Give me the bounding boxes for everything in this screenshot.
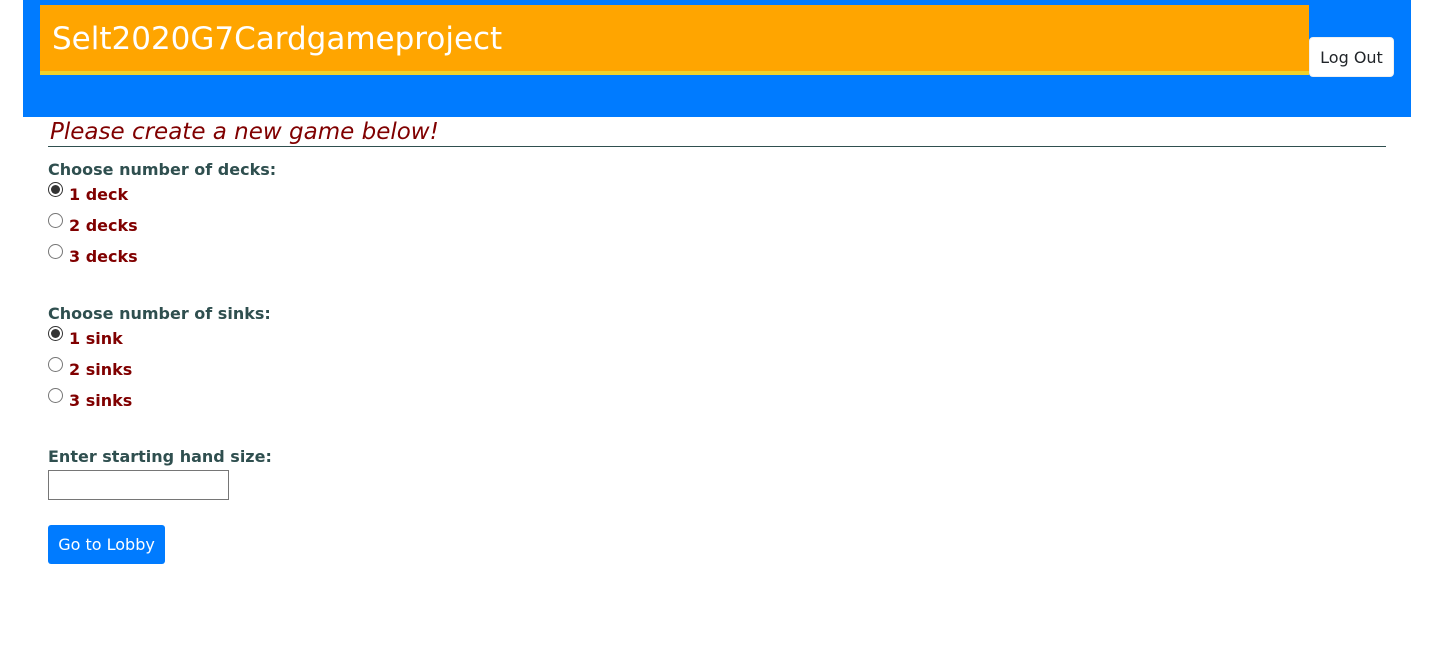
hand-size-label: Enter starting hand size: [48,447,272,466]
sinks-label: Choose number of sinks: [48,304,271,323]
logout-button[interactable]: Log Out [1309,37,1394,77]
sink-radio-3[interactable] [48,388,63,403]
sink-radio-1[interactable] [48,326,63,341]
sink-option-label: 3 sinks [69,391,133,410]
app-title: Selt2020G7Cardgameproject [52,21,503,57]
decks-group: Choose number of decks: 1 deck 2 decks 3… [48,160,276,273]
sink-radio-2[interactable] [48,357,63,372]
sink-option-label: 2 sinks [69,360,133,379]
deck-radio-2[interactable] [48,213,63,228]
deck-option-1[interactable]: 1 deck [48,180,276,211]
deck-radio-1[interactable] [48,182,63,197]
hand-size-input[interactable] [48,470,229,500]
sinks-group: Choose number of sinks: 1 sink 2 sinks 3… [48,304,271,417]
sink-option-2[interactable]: 2 sinks [48,355,271,386]
new-game-form: Please create a new game below! Choose n… [48,117,1386,564]
deck-radio-3[interactable] [48,244,63,259]
hand-size-group: Enter starting hand size: [48,447,272,500]
sink-option-label: 1 sink [69,329,123,348]
deck-option-label: 3 decks [69,247,138,266]
deck-option-2[interactable]: 2 decks [48,211,276,242]
title-bar: Selt2020G7Cardgameproject [40,5,1309,75]
sink-option-3[interactable]: 3 sinks [48,386,271,417]
deck-option-label: 1 deck [69,185,129,204]
deck-option-3[interactable]: 3 decks [48,242,276,273]
decks-label: Choose number of decks: [48,160,277,179]
top-header: Selt2020G7Cardgameproject Log Out [23,0,1411,117]
page-heading: Please create a new game below! [48,117,1386,147]
sink-option-1[interactable]: 1 sink [48,324,271,355]
go-to-lobby-button[interactable]: Go to Lobby [48,525,165,564]
deck-option-label: 2 decks [69,216,138,235]
